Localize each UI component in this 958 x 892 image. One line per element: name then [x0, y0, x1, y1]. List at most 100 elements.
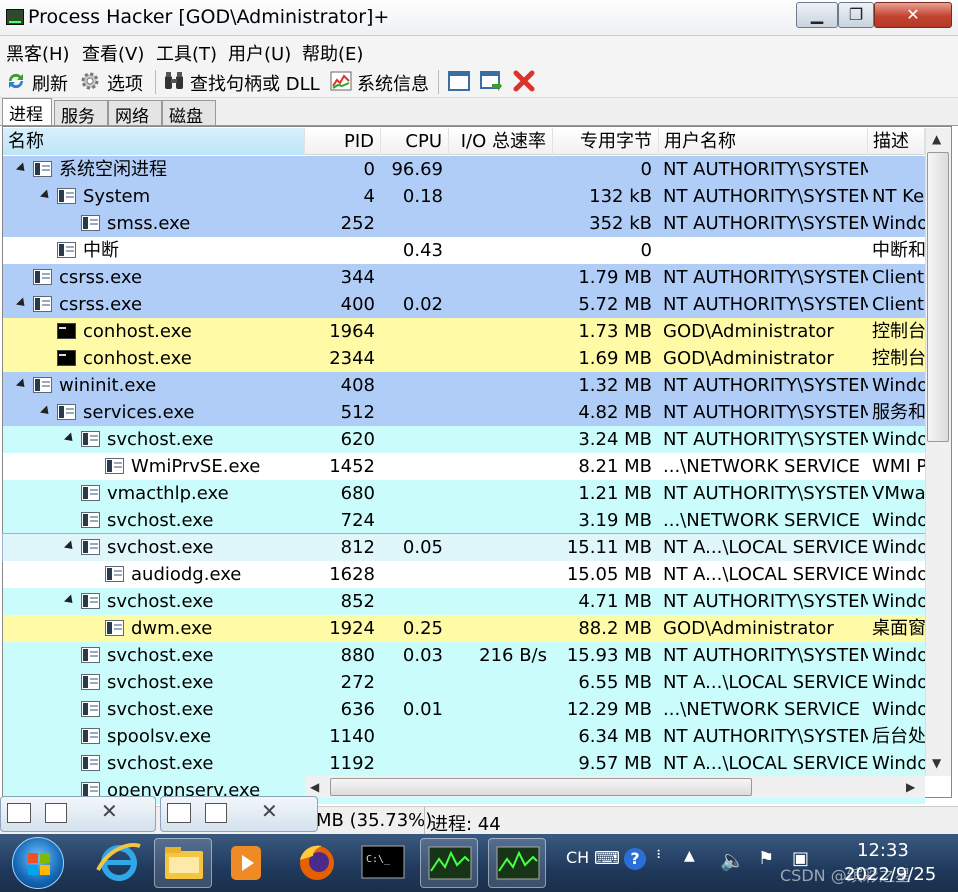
find-handles-button[interactable]: 查找句柄或 DLL [190, 70, 320, 96]
minimize-button[interactable]: ▁ [796, 2, 838, 28]
table-row[interactable]: svchost.exe 880 0.03 216 B/s 15.93 MB NT AUTH… [3, 642, 925, 669]
binoculars-icon[interactable] [163, 70, 185, 92]
clock-date[interactable]: 2022/9/25 [844, 864, 936, 885]
expand-toggle-icon[interactable] [15, 378, 29, 391]
window-go-icon[interactable] [480, 70, 502, 92]
expand-toggle-icon[interactable] [39, 189, 53, 202]
cell-user: NT A...\LOCAL SERVICE [663, 753, 868, 774]
table-row[interactable]: smss.exe 252 352 kB NT AUTHORITY\SYSTEM Wind… [3, 210, 925, 237]
table-row[interactable]: svchost.exe 812 0.05 15.11 MB NT A...\LOCAL … [2, 533, 926, 562]
system-info-icon[interactable] [330, 70, 352, 92]
close-icon[interactable]: ✕ [101, 799, 118, 823]
table-row[interactable]: dwm.exe 1924 0.25 88.2 MB GOD\Administrator 桌… [3, 615, 925, 642]
menu-tools[interactable]: 工具(T) [156, 40, 217, 66]
tab-processes[interactable]: 进程 [2, 98, 52, 125]
maximize-icon[interactable] [45, 803, 67, 823]
tab-services[interactable]: 服务 [54, 100, 108, 127]
cell-mem: 3.24 MB [578, 429, 652, 450]
keyboard-icon[interactable]: ⌨ [594, 848, 620, 869]
table-row[interactable]: audiodg.exe 1628 15.05 MB NT A...\LOCAL SER… [3, 561, 925, 588]
close-icon[interactable]: ✕ [261, 799, 278, 823]
refresh-icon[interactable] [5, 70, 27, 92]
expand-toggle-icon[interactable] [63, 432, 77, 445]
scroll-right-icon[interactable]: ▶ [906, 780, 915, 794]
process-hacker-icon[interactable] [488, 838, 546, 888]
tab-disk[interactable]: 磁盘 [162, 100, 216, 127]
refresh-button[interactable]: 刷新 [32, 70, 68, 96]
table-row[interactable]: spoolsv.exe 1140 6.34 MB NT AUTHORITY\SYSTE… [3, 723, 925, 750]
ime-options-icon[interactable]: ⠇ [656, 848, 665, 862]
maximize-icon[interactable] [205, 803, 227, 823]
expand-toggle-icon[interactable] [15, 297, 29, 310]
cell-cpu: 0.05 [402, 537, 443, 558]
table-row[interactable]: services.exe 512 4.82 MB NT AUTHORITY\SYSTE… [3, 399, 925, 426]
table-row[interactable]: vmacthlp.exe 680 1.21 MB NT AUTHORITY\SYSTE… [3, 480, 925, 507]
column-header-io[interactable]: I/O 总速率 [449, 128, 553, 155]
scroll-left-icon[interactable]: ◀ [310, 780, 319, 794]
restore-icon[interactable] [7, 803, 31, 823]
expand-toggle-icon[interactable] [63, 540, 77, 553]
table-row[interactable]: svchost.exe 620 3.24 MB NT AUTHORITY\SYSTEM… [3, 426, 925, 453]
scroll-down-icon[interactable]: ▼ [932, 756, 941, 770]
tab-network[interactable]: 网络 [108, 100, 162, 127]
clock-time[interactable]: 12:33 [857, 840, 909, 861]
system-info-button[interactable]: 系统信息 [357, 70, 429, 96]
table-row[interactable]: 中断 0.43 0 中断和 [3, 237, 925, 264]
thumbnail-popup[interactable]: ✕ [0, 796, 156, 832]
column-header-user[interactable]: 用户名称 [659, 128, 868, 155]
cell-cpu: 0.18 [402, 186, 443, 207]
thumbnail-popup[interactable]: ✕ [160, 796, 318, 832]
volume-icon[interactable]: 🔈 [720, 848, 745, 872]
column-header-cpu[interactable]: CPU [381, 128, 449, 155]
horizontal-scroll-thumb[interactable] [330, 778, 752, 796]
menu-view[interactable]: 查看(V) [82, 40, 144, 66]
ie-icon[interactable] [90, 838, 148, 888]
menu-hacker[interactable]: 黑客(H) [6, 40, 70, 66]
column-header-name[interactable]: 名称 [3, 128, 305, 155]
menu-help[interactable]: 帮助(E) [302, 40, 363, 66]
table-row[interactable]: csrss.exe 400 0.02 5.72 MB NT AUTHORITY\SYST… [3, 291, 925, 318]
language-indicator[interactable]: CH [566, 848, 589, 867]
table-row[interactable]: svchost.exe 1192 9.57 MB NT A...\LOCAL SERV… [3, 750, 925, 777]
table-row[interactable]: csrss.exe 344 1.79 MB NT AUTHORITY\SYSTEM Cl… [3, 264, 925, 291]
media-player-icon[interactable] [218, 838, 276, 888]
cell-cpu [381, 372, 449, 399]
action-center-icon[interactable]: ⚑ [758, 848, 774, 869]
gear-icon[interactable] [79, 70, 101, 92]
table-row[interactable]: svchost.exe 852 4.71 MB NT AUTHORITY\SYSTEM… [3, 588, 925, 615]
process-hacker-icon[interactable] [420, 838, 478, 888]
table-row[interactable]: svchost.exe 724 3.19 MB ...\NETWORK SERVICE… [3, 507, 925, 534]
table-row[interactable]: conhost.exe 2344 1.69 MB GOD\Administrator 控… [3, 345, 925, 372]
maximize-button[interactable]: ❐ [838, 2, 874, 28]
close-button[interactable]: ✕ [874, 2, 952, 28]
table-row[interactable]: WmiPrvSE.exe 1452 8.21 MB ...\NETWORK SERVI… [3, 453, 925, 480]
expand-toggle-icon[interactable] [63, 594, 77, 607]
column-header-pid[interactable]: PID [305, 128, 381, 155]
table-row[interactable]: wininit.exe 408 1.32 MB NT AUTHORITY\SYSTEM… [3, 372, 925, 399]
table-row[interactable]: conhost.exe 1964 1.73 MB GOD\Administrator 控… [3, 318, 925, 345]
options-button[interactable]: 选项 [107, 70, 143, 96]
console-icon[interactable]: C:\_ [354, 838, 412, 888]
table-row[interactable]: svchost.exe 272 6.55 MB NT A...\LOCAL SERVI… [3, 669, 925, 696]
cell-user: ...\NETWORK SERVICE [663, 510, 860, 531]
column-header-description[interactable]: 描述 [868, 128, 925, 155]
show-hidden-icons-icon[interactable]: ▲ [684, 848, 695, 864]
column-header-private-bytes[interactable]: 专用字节 [553, 128, 659, 155]
expand-toggle-icon[interactable] [15, 162, 29, 175]
vertical-scroll-thumb[interactable] [927, 152, 949, 442]
expand-toggle-icon[interactable] [39, 405, 53, 418]
cell-cpu: 0.03 [402, 645, 443, 666]
process-icon [33, 269, 52, 285]
scroll-up-icon[interactable]: ▲ [932, 132, 941, 146]
table-row[interactable]: System 4 0.18 132 kB NT AUTHORITY\SYSTEM NT K… [3, 183, 925, 210]
firefox-icon[interactable] [288, 838, 346, 888]
terminate-icon[interactable] [513, 70, 535, 92]
start-button[interactable] [12, 837, 64, 889]
table-row[interactable]: 系统空闲进程 0 96.69 0 NT AUTHORITY\SYSTEM [3, 156, 925, 183]
restore-icon[interactable] [167, 803, 191, 823]
window-icon[interactable] [448, 70, 470, 92]
help-icon[interactable]: ? [624, 848, 646, 870]
explorer-icon[interactable] [154, 838, 212, 888]
menu-users[interactable]: 用户(U) [228, 40, 291, 66]
table-row[interactable]: svchost.exe 636 0.01 12.29 MB ...\NETWORK SE… [3, 696, 925, 723]
